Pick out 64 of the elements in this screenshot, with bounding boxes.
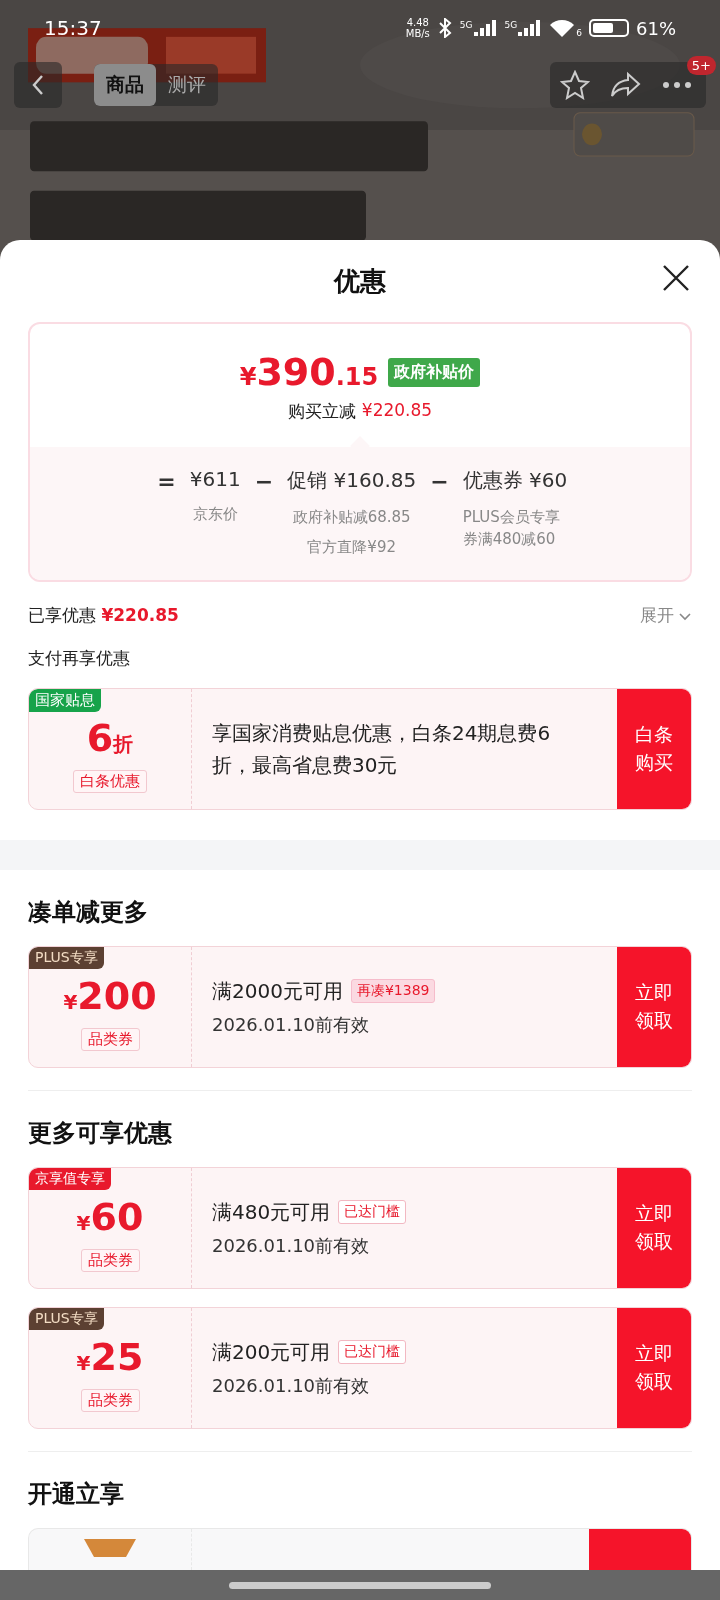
battery-percent: 61%: [636, 17, 676, 39]
coupon-amount: ¥60: [76, 1194, 144, 1241]
coupon-validity: 2026.01.10前有效: [212, 1012, 371, 1037]
status-time: 15:37: [44, 16, 102, 40]
battery-icon: [589, 19, 629, 37]
operator-sign: −: [430, 468, 449, 496]
enjoyed-label: 已享优惠 ¥220.85: [28, 604, 179, 627]
claim-button[interactable]: 立即领取: [617, 1308, 691, 1428]
sheet-title: 优惠: [334, 264, 386, 298]
coupon-type: 品类券: [80, 1388, 140, 1412]
component-note: 官方直降¥92: [307, 537, 396, 558]
component-note: PLUS会员专享券满480减60: [462, 507, 561, 550]
coupon-type: 品类券: [80, 1248, 140, 1272]
offer-description: 享国家消费贴息优惠，白条24期息费6折，最高省息费30元: [212, 720, 552, 779]
close-icon[interactable]: [662, 264, 690, 292]
price-tag: 政府补贴价: [388, 357, 481, 387]
section-title: 开通立享: [27, 1479, 125, 1510]
threshold-tag: 已达门槛: [338, 1340, 407, 1364]
section-subtitle: 支付再享优惠: [27, 647, 131, 670]
coupon-type: 品类券: [80, 1027, 140, 1051]
component-note: 京东价: [192, 504, 238, 525]
coupon-validity: 2026.01.10前有效: [212, 1233, 371, 1258]
price-component: ¥611: [189, 467, 241, 491]
chevron-down-icon: [678, 610, 692, 621]
more-icon[interactable]: [662, 81, 692, 89]
offer-type: 白条优惠: [73, 769, 147, 793]
threshold-tag: 已达门槛: [338, 1200, 407, 1224]
offer-badge: 国家贴息: [29, 689, 101, 712]
section-title: 更多可享优惠: [27, 1118, 173, 1149]
claim-button[interactable]: 立即领取: [617, 1168, 691, 1288]
back-button[interactable]: [14, 62, 62, 108]
signal-indicator: 5G: [504, 20, 543, 36]
section-title: 凑单减更多: [27, 897, 149, 928]
buy-button[interactable]: 白条购买: [617, 689, 691, 809]
expand-button[interactable]: 展开: [640, 604, 692, 627]
price-component: 促销 ¥160.85: [287, 467, 417, 494]
operator-sign: =: [157, 468, 176, 496]
signal-indicator: 5G: [459, 20, 498, 36]
final-price: ¥390.15: [239, 350, 379, 394]
chevron-left-icon: [31, 73, 45, 97]
coupon-condition: 满2000元可用: [212, 977, 343, 1005]
claim-button[interactable]: 立即领取: [617, 947, 691, 1067]
coupon-condition: 满200元可用: [212, 1338, 331, 1366]
wifi-indicator: 6: [549, 18, 582, 38]
network-speed: 4.48 MB/s: [405, 17, 430, 39]
discount-label: 购买立减: [287, 400, 356, 423]
star-icon[interactable]: [560, 70, 590, 100]
coupon-condition: 满480元可用: [212, 1198, 331, 1226]
threshold-tag: 再凑¥1389: [350, 979, 436, 1003]
discount-amount: ¥220.85: [361, 400, 433, 422]
operator-sign: −: [254, 468, 274, 496]
offer-amount: 6折: [86, 715, 134, 762]
coupon-badge: PLUS专享: [29, 947, 104, 969]
price-component: 优惠券 ¥60: [462, 467, 568, 494]
tab[interactable]: 测评: [156, 64, 218, 106]
tab[interactable]: 商品: [94, 64, 156, 106]
coupon-amount: ¥25: [76, 1334, 144, 1381]
bluetooth-icon: [436, 18, 453, 38]
coupon-amount: ¥200: [63, 973, 157, 1020]
component-note: 政府补贴减68.85: [292, 507, 411, 528]
coupon-validity: 2026.01.10前有效: [212, 1373, 371, 1398]
share-icon[interactable]: [610, 71, 642, 99]
coupon-badge: PLUS专享: [29, 1308, 104, 1330]
coupon-badge: 京享值专享: [29, 1168, 111, 1190]
